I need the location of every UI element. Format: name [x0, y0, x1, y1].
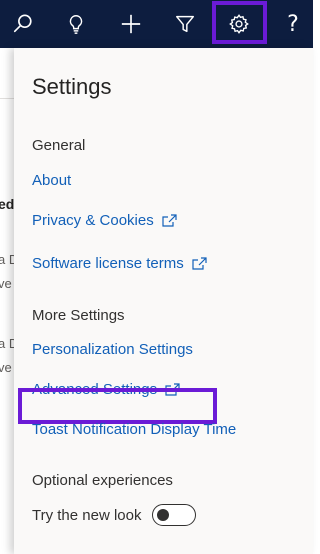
software-license-link[interactable]: Software license terms: [32, 255, 207, 272]
filter-icon: [176, 15, 194, 33]
new-look-row: Try the new look: [32, 504, 196, 526]
new-look-toggle[interactable]: [151, 504, 196, 526]
personalization-label: Personalization Settings: [32, 341, 193, 358]
advanced-settings-highlight: [18, 388, 217, 424]
section-more-settings: More Settings: [32, 307, 125, 324]
about-link[interactable]: About: [32, 172, 71, 189]
new-look-label: Try the new look: [32, 506, 142, 524]
bg-fragment: a D: [0, 336, 14, 351]
lightbulb-icon: [69, 15, 83, 34]
section-optional-experiences: Optional experiences: [32, 472, 173, 489]
about-label: About: [32, 172, 72, 189]
personalization-settings-link[interactable]: Personalization Settings: [32, 341, 193, 358]
bg-fragment: ve: [0, 360, 12, 375]
privacy-cookies-label: Privacy & Cookies: [32, 212, 154, 229]
settings-panel: Settings General About Privacy & Cookies…: [14, 48, 313, 554]
ideas-button[interactable]: [56, 4, 96, 44]
bg-fragment: ed: [0, 196, 14, 212]
toast-notification-link[interactable]: Toast Notification Display Time: [32, 421, 236, 438]
toast-notification-label: Toast Notification Display Time: [32, 421, 237, 438]
help-button[interactable]: ?: [273, 4, 313, 44]
background-page: ed a D ve a D ve: [0, 48, 14, 554]
privacy-cookies-link[interactable]: Privacy & Cookies: [32, 212, 177, 229]
search-button[interactable]: [3, 4, 43, 44]
panel-title: Settings: [32, 74, 112, 99]
toggle-knob: [156, 509, 169, 521]
filter-button[interactable]: [165, 4, 205, 44]
new-button[interactable]: [111, 4, 151, 44]
settings-button-highlight: [212, 1, 267, 44]
bg-fragment: a D: [0, 252, 14, 267]
external-link-icon: [192, 257, 207, 270]
software-license-label: Software license terms: [32, 255, 184, 272]
search-icon: [13, 14, 32, 33]
section-general: General: [32, 137, 86, 154]
help-icon: ?: [287, 11, 299, 37]
add-icon: [121, 14, 141, 34]
external-link-icon: [162, 214, 177, 227]
bg-fragment: ve: [0, 276, 12, 291]
